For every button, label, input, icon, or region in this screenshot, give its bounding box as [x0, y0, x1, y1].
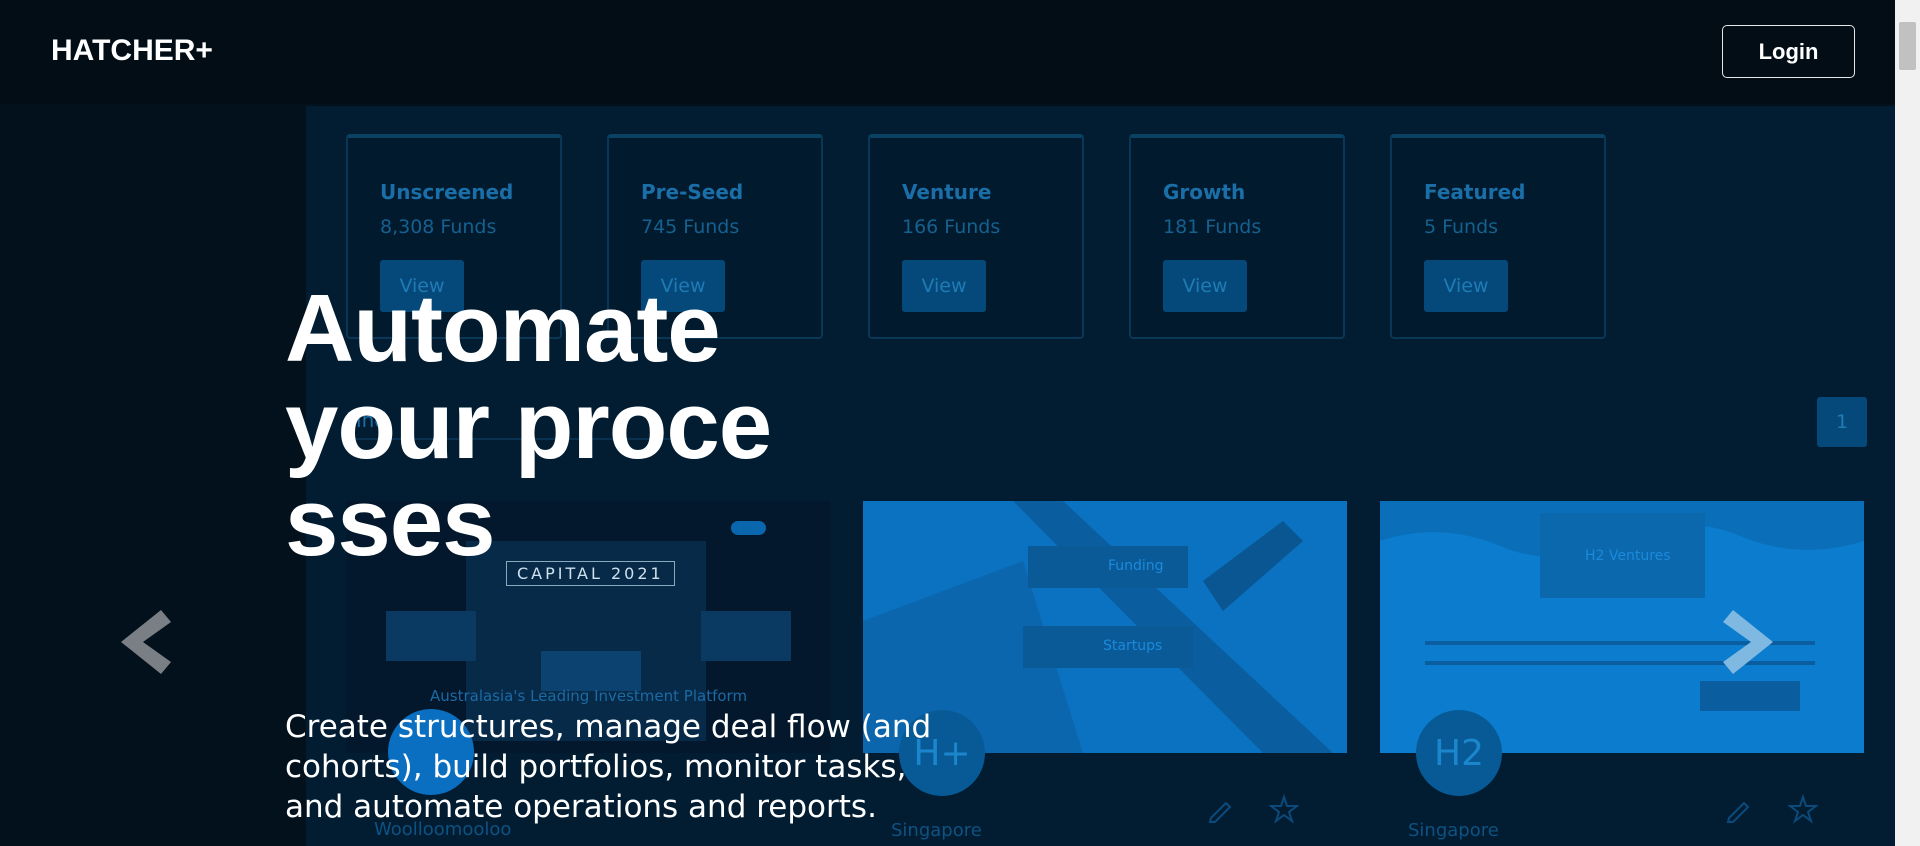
tile-label-funding: Funding	[1108, 558, 1164, 574]
fund-card-title: Pre-Seed	[641, 180, 744, 204]
hero-title: Automate your processes	[285, 275, 772, 576]
fund-card-view-button: View	[1163, 260, 1247, 312]
star-icon	[1269, 794, 1299, 824]
fund-card-growth: Growth 181 Funds View	[1129, 134, 1345, 339]
tile-label-startups: Startups	[1103, 638, 1163, 654]
hatcher-logo[interactable]: HATCHER+	[51, 34, 213, 68]
fund-card-count: 166 Funds	[902, 216, 1001, 238]
edit-icon	[1726, 801, 1750, 823]
tile-label-h2: H2 Ventures	[1585, 548, 1671, 564]
fund-logo-circle: H2	[1416, 710, 1502, 796]
site-header: HATCHER+ Login	[0, 0, 1895, 104]
fund-card-title: Featured	[1424, 180, 1526, 204]
pagination-page: 1	[1817, 397, 1867, 447]
carousel-next-button[interactable]	[1721, 602, 1781, 682]
scrollbar-thumb[interactable]	[1899, 22, 1916, 70]
tile-caption: Australasia's Leading Investment Platfor…	[430, 687, 748, 705]
page-scrollbar[interactable]	[1895, 0, 1920, 846]
chevron-left-icon	[121, 610, 171, 674]
fund-card-count: 745 Funds	[641, 216, 740, 238]
fund-card-count: 181 Funds	[1163, 216, 1262, 238]
hero-subtitle: Create structures, manage deal flow (and…	[285, 709, 932, 825]
tile-location: Singapore	[1408, 820, 1499, 841]
fund-card-view-button: View	[902, 260, 986, 312]
fund-card-view-button: View	[1424, 260, 1508, 312]
fund-card-count: 8,308 Funds	[380, 216, 497, 238]
fund-card-title: Growth	[1163, 180, 1246, 204]
edit-icon	[1208, 801, 1232, 823]
chevron-right-icon	[1723, 610, 1773, 674]
fund-card-featured: Featured 5 Funds View	[1390, 134, 1606, 339]
fund-card-title: Venture	[902, 180, 992, 204]
carousel-prev-button[interactable]	[113, 602, 173, 682]
fund-card-count: 5 Funds	[1424, 216, 1499, 238]
login-button[interactable]: Login	[1722, 25, 1855, 78]
fund-card-venture: Venture 166 Funds View	[868, 134, 1084, 339]
star-icon	[1788, 794, 1818, 824]
fund-card-title: Unscreened	[380, 180, 514, 204]
